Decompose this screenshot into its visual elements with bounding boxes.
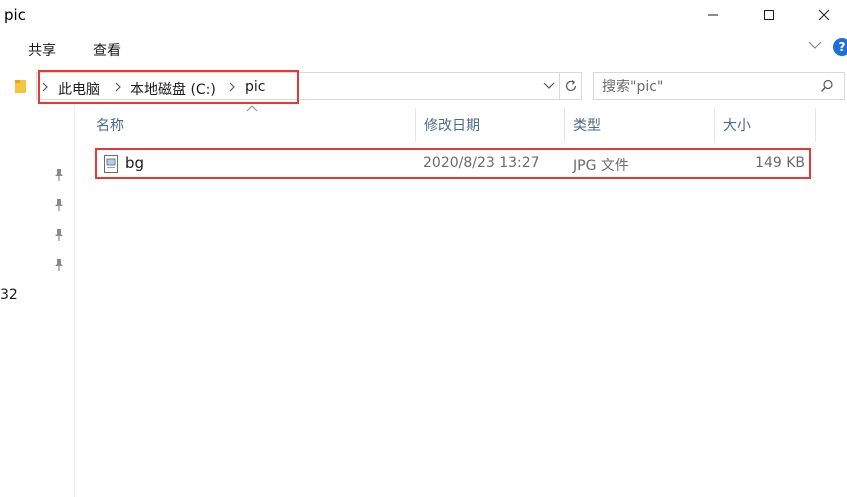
window-title: pic xyxy=(4,6,26,24)
file-type: JPG 文件 xyxy=(573,158,629,174)
tab-view[interactable]: 查看 xyxy=(93,40,121,60)
file-size: 149 KB xyxy=(755,155,805,171)
column-header-size[interactable]: 大小 xyxy=(715,108,816,142)
search-icon[interactable] xyxy=(820,79,834,93)
pin-icon[interactable] xyxy=(53,228,65,242)
close-icon xyxy=(818,9,830,21)
close-button[interactable] xyxy=(801,0,847,30)
pin-icon[interactable] xyxy=(53,168,65,182)
file-row[interactable]: bg 2020/8/23 13:27 JPG 文件 149 KB xyxy=(95,148,811,179)
address-dropdown-icon[interactable] xyxy=(543,81,555,91)
pin-icon[interactable] xyxy=(53,258,65,272)
column-header-type[interactable]: 类型 xyxy=(565,108,715,142)
address-highlight-box xyxy=(38,70,299,104)
nav-item-fragment[interactable]: 32 xyxy=(0,287,18,303)
folder-icon xyxy=(14,78,28,98)
refresh-button[interactable] xyxy=(560,72,582,100)
maximize-icon xyxy=(764,10,774,20)
file-modified-date: 2020/8/23 13:27 xyxy=(423,155,540,171)
search-input[interactable] xyxy=(602,77,812,97)
minimize-icon xyxy=(708,14,718,16)
column-header-name[interactable]: 名称 xyxy=(88,108,416,142)
chevron-down-icon xyxy=(808,41,822,49)
ribbon: 共享 查看 xyxy=(0,32,847,64)
navigation-pane: 32 xyxy=(0,104,75,497)
pin-icon[interactable] xyxy=(53,198,65,212)
title-bar: pic xyxy=(0,0,847,32)
ribbon-expand-button[interactable] xyxy=(808,38,822,54)
minimize-button[interactable] xyxy=(690,0,736,30)
search-box[interactable] xyxy=(593,72,845,100)
image-file-icon xyxy=(104,155,118,173)
help-icon[interactable]: ? xyxy=(833,38,847,56)
file-name: bg xyxy=(125,154,145,172)
column-header-date[interactable]: 修改日期 xyxy=(416,108,565,142)
maximize-button[interactable] xyxy=(746,0,792,30)
tab-share[interactable]: 共享 xyxy=(28,40,56,60)
refresh-icon xyxy=(565,80,576,92)
